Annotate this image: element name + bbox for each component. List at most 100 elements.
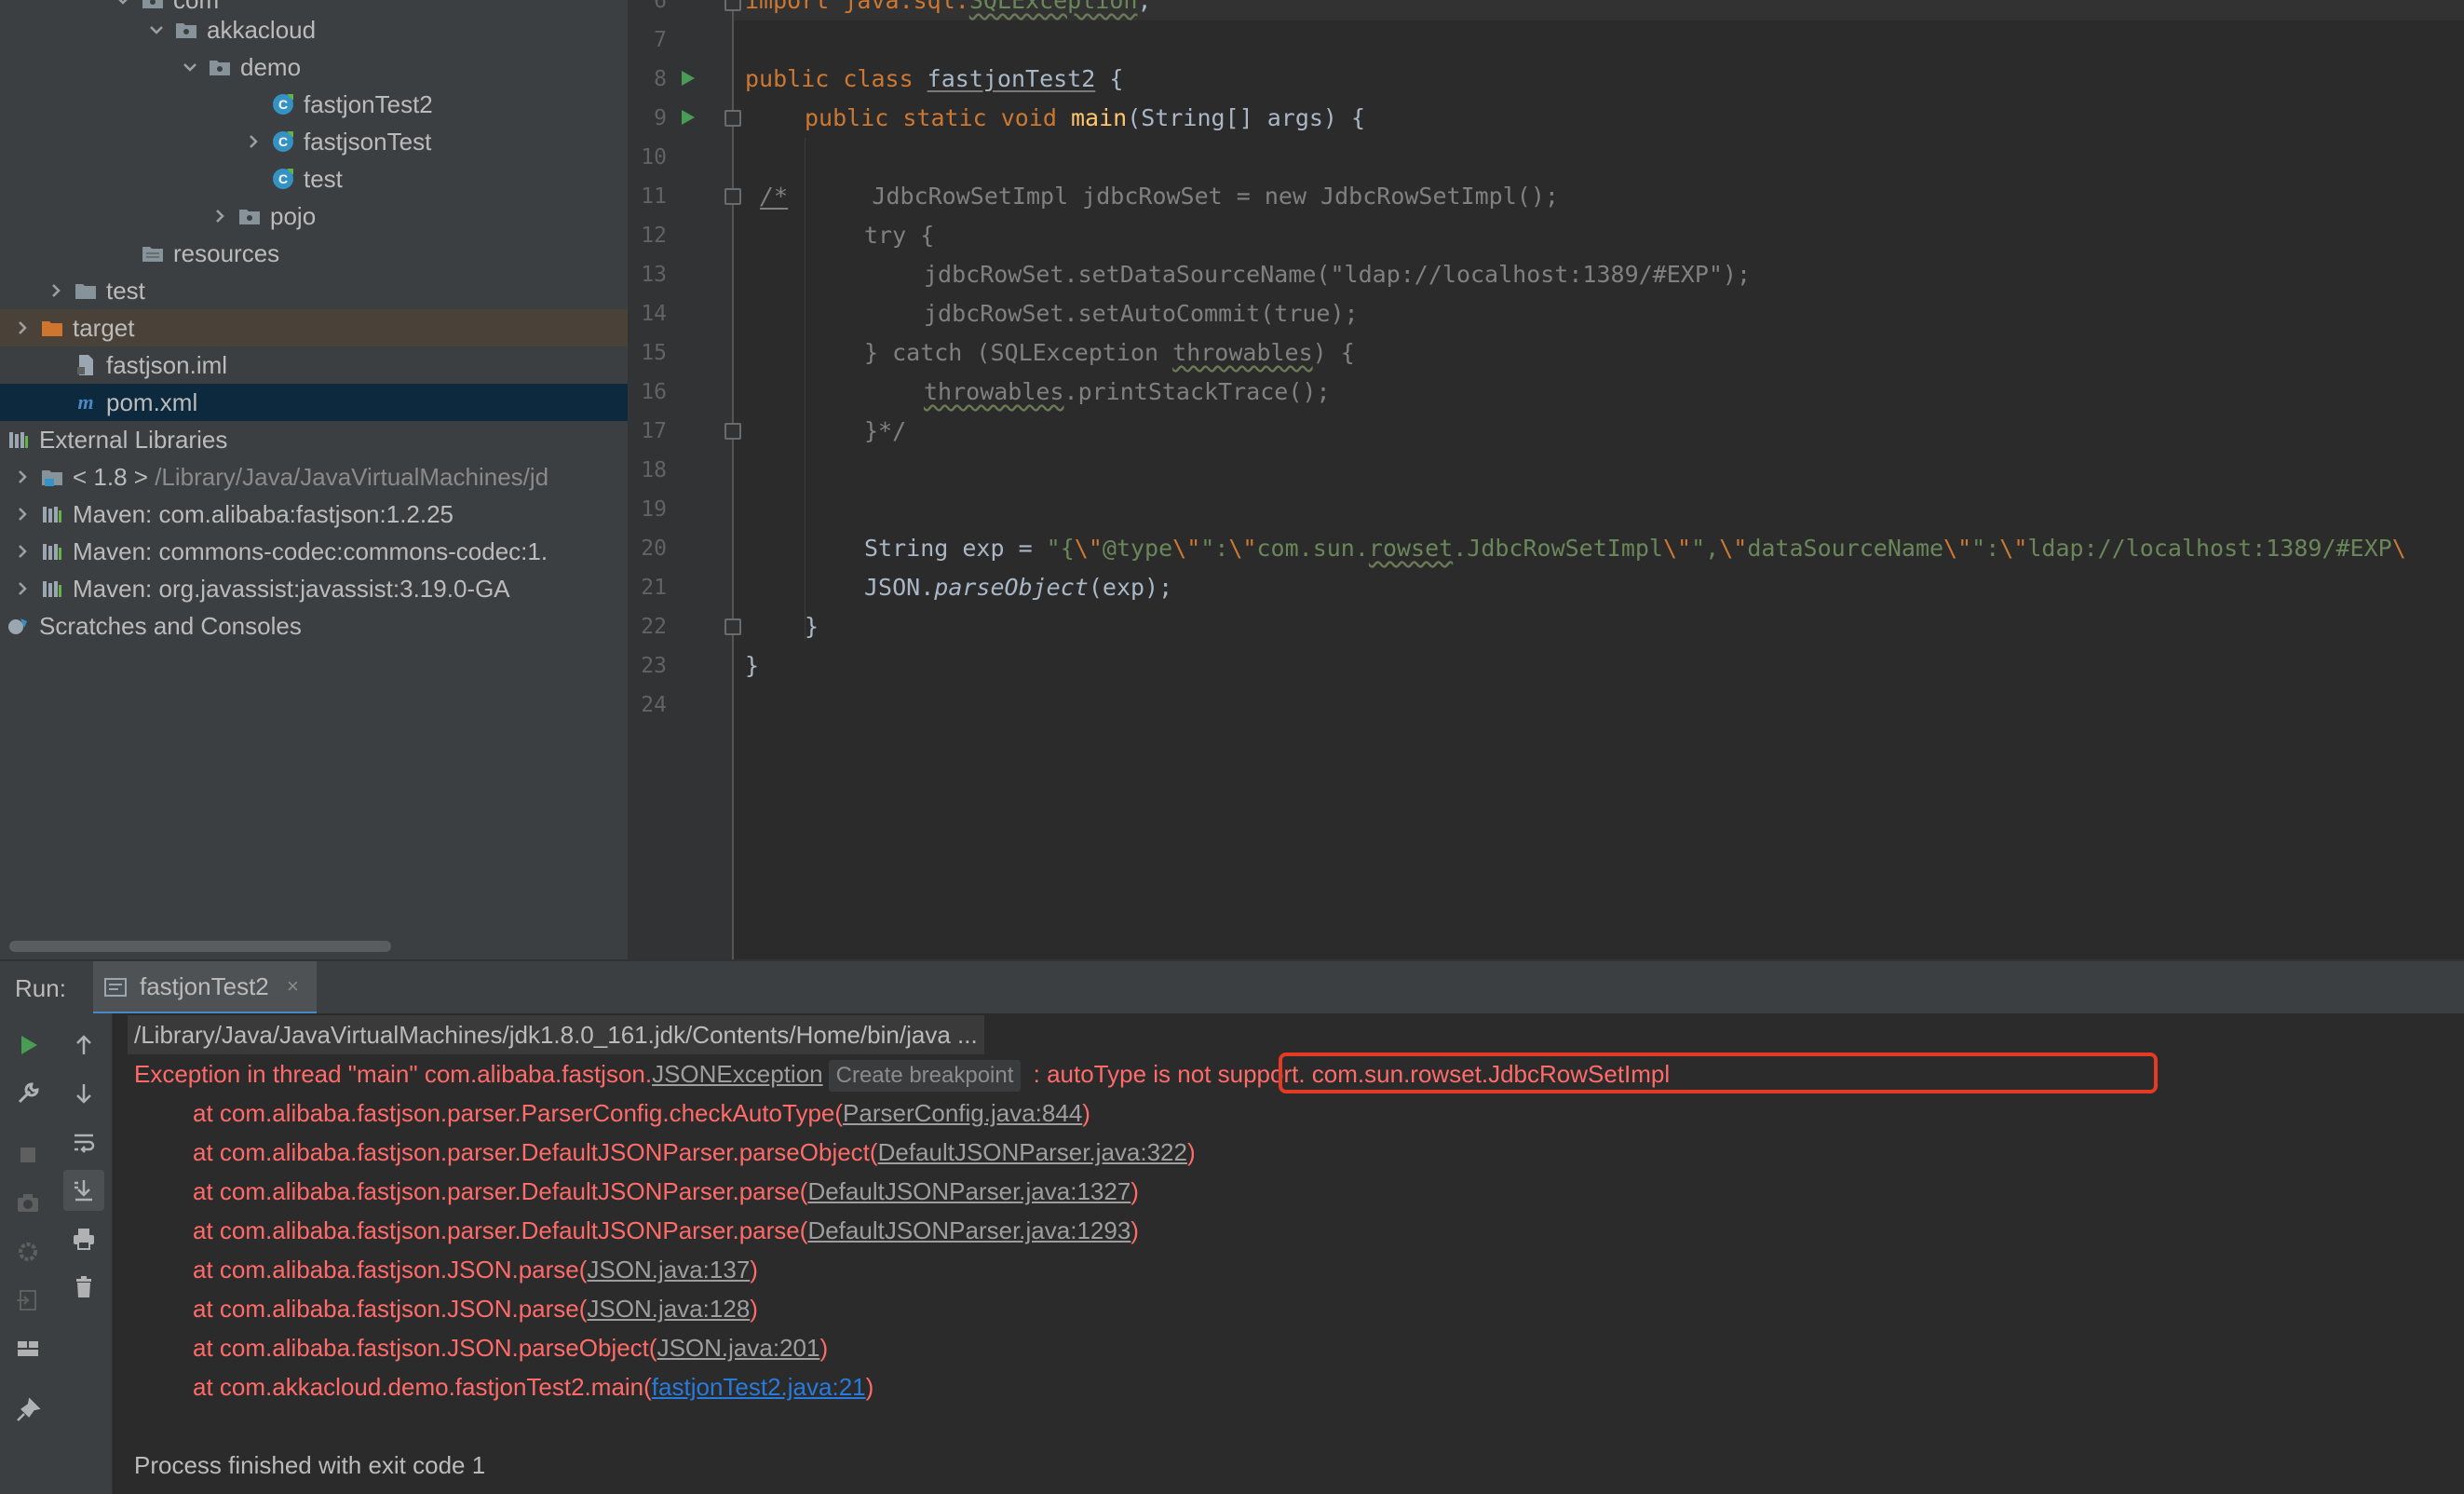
code-line-20: String exp = "{\"@type\"":\"com.sun.rows…: [864, 529, 2406, 568]
code-token: import java.sql.: [745, 0, 969, 14]
chevron-right-icon[interactable]: [11, 309, 35, 346]
tree-item[interactable]: demo: [0, 48, 628, 86]
string-token: ldap://localhost:1389/#EXP: [2027, 535, 2392, 562]
fold-icon[interactable]: [724, 423, 741, 440]
tree-item[interactable]: Maven: commons-codec:commons-codec:1.: [0, 533, 628, 570]
tree-item[interactable]: m pom.xml: [0, 384, 628, 421]
code-line-16: throwables.printStackTrace();: [924, 373, 1331, 412]
stop-button[interactable]: [7, 1134, 48, 1175]
chevron-right-icon[interactable]: [0, 607, 2, 645]
fold-icon[interactable]: [724, 0, 741, 11]
tree-item[interactable]: CfastjonTest2: [0, 86, 628, 123]
tree-item[interactable]: target: [0, 309, 628, 346]
tree-item[interactable]: Scratches and Consoles: [0, 607, 628, 645]
tree-item[interactable]: < 1.8 > /Library/Java/JavaVirtualMachine…: [0, 458, 628, 496]
stack-frame: at com.akkacloud.demo.fastjonTest2.main(…: [193, 1367, 873, 1406]
tree-item[interactable]: test: [0, 272, 628, 309]
svg-text:m: m: [77, 391, 93, 414]
down-stack-button[interactable]: [63, 1073, 104, 1114]
package-icon: [175, 19, 197, 41]
chevron-down-icon[interactable]: [0, 421, 2, 458]
line-number: 7: [654, 28, 667, 52]
java-class-icon: C: [272, 93, 294, 115]
code-editor[interactable]: 6 7 8 9 10 11 12 13 14 15 16 17 18 19 20 21 22 23 24 impor…: [628, 0, 2464, 959]
chevron-right-icon[interactable]: [11, 570, 35, 607]
console-text: :: [1026, 1060, 1048, 1088]
source-link[interactable]: DefaultJSONParser.java:1327: [807, 1177, 1130, 1205]
exception-class-link[interactable]: JSONException: [652, 1060, 823, 1088]
tree-item[interactable]: Maven: org.javassist:javassist:3.19.0-GA: [0, 570, 628, 607]
tree-item[interactable]: resources: [0, 235, 628, 272]
chevron-down-icon[interactable]: [179, 48, 203, 86]
fold-icon[interactable]: [724, 188, 741, 205]
console-command-line[interactable]: /Library/Java/JavaVirtualMachines/jdk1.8…: [128, 1015, 984, 1054]
line-number: 24: [641, 693, 667, 717]
fold-icon[interactable]: [724, 618, 741, 635]
chevron-right-icon[interactable]: [242, 123, 266, 160]
string-token: "{: [1046, 535, 1075, 562]
chevron-right-icon[interactable]: [11, 458, 35, 496]
stack-frame: at com.alibaba.fastjson.JSON.parse(JSON.…: [193, 1250, 758, 1289]
line-number: 14: [641, 302, 667, 326]
scratches-icon: [7, 615, 30, 637]
chevron-right-icon[interactable]: [11, 496, 35, 533]
line-number: 16: [641, 380, 667, 404]
tree-item[interactable]: Ctest: [0, 160, 628, 197]
source-link[interactable]: JSON.java:128: [587, 1295, 750, 1323]
create-breakpoint-button[interactable]: Create breakpoint: [828, 1060, 1022, 1093]
chevron-right-icon[interactable]: [45, 272, 69, 309]
stack-frame: at com.alibaba.fastjson.parser.DefaultJS…: [193, 1172, 1139, 1211]
code-line-11: /* JdbcRowSetImpl jdbcRowSet = new JdbcR…: [760, 177, 1559, 216]
tree-item[interactable]: akkacloud: [0, 11, 628, 48]
scroll-end-icon: [74, 1180, 92, 1202]
tree-item[interactable]: CfastjsonTest: [0, 123, 628, 160]
up-stack-button[interactable]: [63, 1025, 104, 1066]
source-link[interactable]: JSON.java:137: [587, 1256, 750, 1283]
code-token: throwables: [924, 378, 1064, 405]
escape-token: \": [1943, 535, 1972, 562]
tree-item[interactable]: External Libraries: [0, 421, 628, 458]
code-line-14: jdbcRowSet.setAutoCommit(true);: [924, 300, 1359, 327]
clear-all-button[interactable]: [63, 1267, 104, 1308]
tree-item-label: target: [73, 314, 135, 342]
library-icon: [41, 503, 63, 525]
tree-item-label: fastjson.iml: [106, 351, 228, 379]
debug-settings-button[interactable]: [7, 1231, 48, 1272]
fold-icon[interactable]: [724, 110, 741, 127]
source-link[interactable]: JSON.java:201: [657, 1334, 820, 1362]
error-highlight-box: [1279, 1053, 2158, 1093]
rerun-button[interactable]: [7, 1025, 48, 1066]
scroll-to-end-button[interactable]: [63, 1170, 104, 1211]
java-class-icon: C: [272, 130, 294, 153]
pin-icon: [17, 1397, 41, 1421]
tree-item[interactable]: fastjson.iml: [0, 346, 628, 384]
chevron-right-icon[interactable]: [11, 533, 35, 570]
stack-frame-text: ): [750, 1256, 758, 1283]
close-icon[interactable]: ×: [287, 961, 299, 1012]
chevron-right-icon[interactable]: [209, 197, 233, 235]
source-link[interactable]: ParserConfig.java:844: [843, 1099, 1082, 1127]
run-class-icon[interactable]: [682, 71, 695, 86]
line-number: 11: [641, 184, 667, 209]
exit-button[interactable]: [7, 1280, 48, 1321]
horizontal-scrollbar[interactable]: [9, 941, 391, 952]
run-tab[interactable]: fastjonTest2 ×: [93, 961, 317, 1015]
pin-button[interactable]: [7, 1390, 48, 1431]
source-link[interactable]: DefaultJSONParser.java:1293: [807, 1216, 1130, 1244]
tree-item[interactable]: pojo: [0, 197, 628, 235]
layout-button[interactable]: [7, 1328, 48, 1369]
settings-button[interactable]: [7, 1073, 48, 1114]
source-link[interactable]: DefaultJSONParser.java:322: [878, 1138, 1187, 1166]
chevron-down-icon[interactable]: [145, 11, 169, 48]
tree-item-label: Maven: com.alibaba:fastjson:1.2.25: [73, 500, 454, 528]
method-name: main: [1070, 104, 1128, 131]
soft-wrap-button[interactable]: [63, 1121, 104, 1162]
folder-icon: [74, 279, 97, 302]
stack-frame-text: ): [1130, 1216, 1139, 1244]
run-main-icon[interactable]: [682, 110, 695, 125]
print-button[interactable]: [63, 1218, 104, 1259]
dump-threads-button[interactable]: [7, 1183, 48, 1224]
tree-item[interactable]: Maven: com.alibaba:fastjson:1.2.25: [0, 496, 628, 533]
source-link[interactable]: fastjonTest2.java:21: [652, 1373, 866, 1401]
string-token: ":: [1971, 535, 2000, 562]
